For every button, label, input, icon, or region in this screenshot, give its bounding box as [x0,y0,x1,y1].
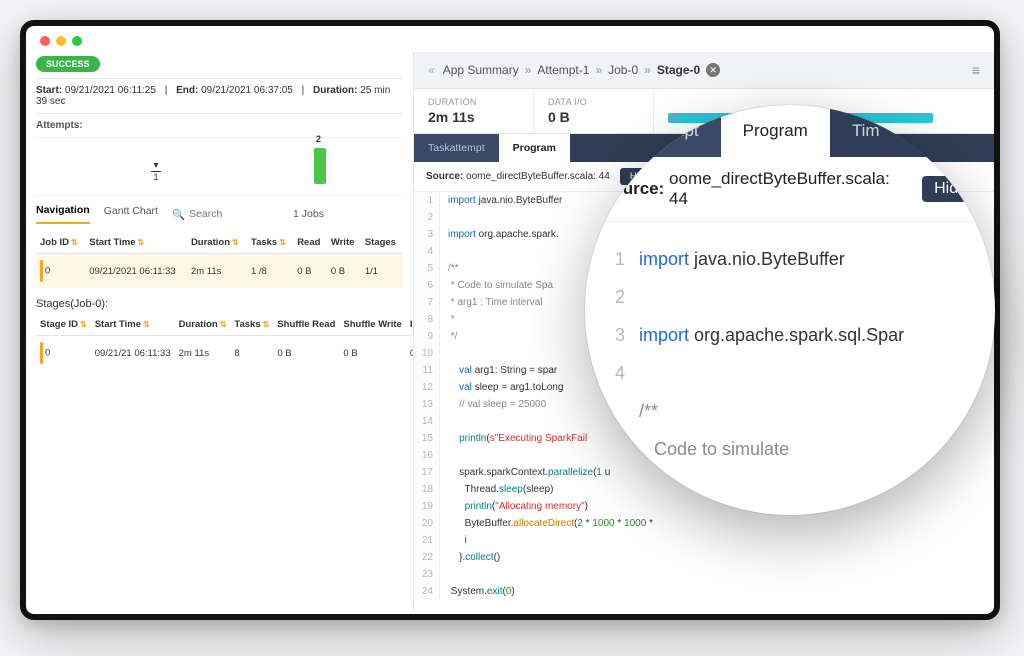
code-line: 20 ByteBuffer.allocateDirect(2 * 1000 * … [414,515,994,532]
dataio-label: DATA I/O [548,97,639,107]
sort-icon: ⇅ [232,238,239,247]
row-status-bar [40,342,43,364]
col-duration[interactable]: Duration⇅ [175,314,231,336]
table-row[interactable]: 0 09/21/21 06:11:33 2m 11s 8 0 B 0 B 0 B… [36,336,414,371]
status-badge: SUCCESS [36,56,100,72]
table-header-row: Stage ID⇅ Start Time⇅ Duration⇅ Tasks⇅ S… [36,314,414,336]
left-panel: SUCCESS Start: 09/21/2021 06:11:25 | End… [26,52,414,612]
stages-title: Stages(Job-0): [36,298,403,310]
dataio-value: 0 B [548,109,639,125]
tab-gantt-chart[interactable]: Gantt Chart [104,205,158,223]
mag-source-value: oome_directByteBuffer.scala: 44 [669,169,908,209]
caret-down-icon: ▾ [151,160,161,171]
col-shuffle-read[interactable]: Shuffle Read [273,314,339,336]
jobs-count: 1 Jobs [293,208,324,220]
jobs-table: Job ID⇅ Start Time⇅ Duration⇅ Tasks⇅ Rea… [36,232,403,288]
row-status-bar [40,260,43,282]
maximize-icon[interactable] [72,36,82,46]
col-stages[interactable]: Stages [361,232,403,254]
sort-icon: ⇅ [143,320,150,329]
col-read[interactable]: Read [293,232,327,254]
attempt-1-label: 1 [151,172,161,182]
col-write[interactable]: Write [327,232,361,254]
run-meta: Start: 09/21/2021 06:11:25 | End: 09/21/… [36,78,403,114]
chevron-right-icon: » [644,63,651,77]
source-value: oome_directByteBuffer.scala: 44 [466,171,610,182]
close-icon[interactable]: ✕ [706,63,720,77]
mag-code-line: 3import org.apache.spark.sql.Spar [585,316,995,354]
start-label: Start: [36,85,62,96]
code-line: 19 println("Allocating memory") [414,498,994,515]
breadcrumb-prev[interactable]: « [428,63,435,77]
mag-code-line: 1import java.nio.ByteBuffer [585,240,995,278]
search-wrap: 🔍 [172,208,279,221]
stat-duration: DURATION 2m 11s [414,89,534,133]
mag-code-line: /** [585,392,995,430]
crumb-attempt[interactable]: Attempt-1 [537,63,589,77]
code-line: 23 [414,566,994,583]
col-shuffle-write[interactable]: Shuffle Write [339,314,405,336]
sort-icon: ⇅ [279,238,286,247]
mag-code-line: 4 [585,354,995,392]
col-job-id[interactable]: Job ID⇅ [36,232,85,254]
attempts-chart: ▾ 1 2 [36,138,403,196]
col-stage-id[interactable]: Stage ID⇅ [36,314,91,336]
mag-tab-program[interactable]: Program [721,105,830,157]
sort-icon: ⇅ [263,320,270,329]
col-tasks[interactable]: Tasks⇅ [230,314,273,336]
attempt-2-label: 2 [316,134,321,144]
jobs-toolbar: Navigation Gantt Chart 🔍 1 Jobs [36,196,403,228]
col-start-time[interactable]: Start Time⇅ [85,232,187,254]
search-input[interactable] [189,208,279,220]
tab-navigation[interactable]: Navigation [36,204,90,224]
chevron-right-icon: » [525,63,532,77]
attempts-label: Attempts: [36,114,403,138]
sort-icon: ⇅ [220,320,227,329]
start-value: 09/21/2021 06:11:25 [65,85,156,96]
menu-icon[interactable]: ≡ [972,62,980,78]
col-input[interactable]: Input⇅ [406,314,414,336]
duration-label: DURATION [428,97,519,107]
col-start-time[interactable]: Start Time⇅ [91,314,175,336]
mag-code-line: 2 [585,278,995,316]
code-line: 22 }.collect() [414,549,994,566]
table-row[interactable]: 0 09/21/2021 06:11:33 2m 11s 1 /8 0 B 0 … [36,254,403,289]
duration-value: 2m 11s [428,109,519,125]
code-line: 24 System.exit(0) [414,583,994,600]
sort-icon: ⇅ [71,238,78,247]
crumb-current: Stage-0 [657,63,700,77]
sort-icon: ⇅ [80,320,87,329]
end-value: 09/21/2021 06:37:05 [201,85,293,96]
divider: | [165,85,168,96]
close-icon[interactable] [40,36,50,46]
mag-source-line: Source: oome_directByteBuffer.scala: 44 … [585,157,995,222]
crumb-job[interactable]: Job-0 [608,63,638,77]
sort-icon: ⇅ [138,238,145,247]
attempt-bar-2[interactable] [314,148,326,184]
col-tasks[interactable]: Tasks⇅ [247,232,293,254]
breadcrumb: « App Summary » Attempt-1 » Job-0 » Stag… [414,52,994,89]
attempt-marker-1[interactable]: ▾ 1 [151,160,161,182]
crumb-app-summary[interactable]: App Summary [443,63,519,77]
search-icon[interactable]: 🔍 [172,208,185,221]
titlebar [26,26,994,52]
stat-dataio: DATA I/O 0 B [534,89,654,133]
duration-label: Duration: [313,85,357,96]
tab-program[interactable]: Program [499,134,570,162]
chevron-right-icon: » [595,63,602,77]
end-label: End: [176,85,198,96]
code-line: 21 i [414,532,994,549]
source-label: Source: [426,171,463,182]
tab-taskattempt[interactable]: Taskattempt [414,134,499,162]
col-duration[interactable]: Duration⇅ [187,232,247,254]
minimize-icon[interactable] [56,36,66,46]
divider: | [302,85,305,96]
table-header-row: Job ID⇅ Start Time⇅ Duration⇅ Tasks⇅ Rea… [36,232,403,254]
stages-table: Stage ID⇅ Start Time⇅ Duration⇅ Tasks⇅ S… [36,314,414,370]
stage-label: ST [668,113,680,123]
magnifier-overlay: Taskattempt Program Tim Source: oome_dir… [585,105,995,515]
